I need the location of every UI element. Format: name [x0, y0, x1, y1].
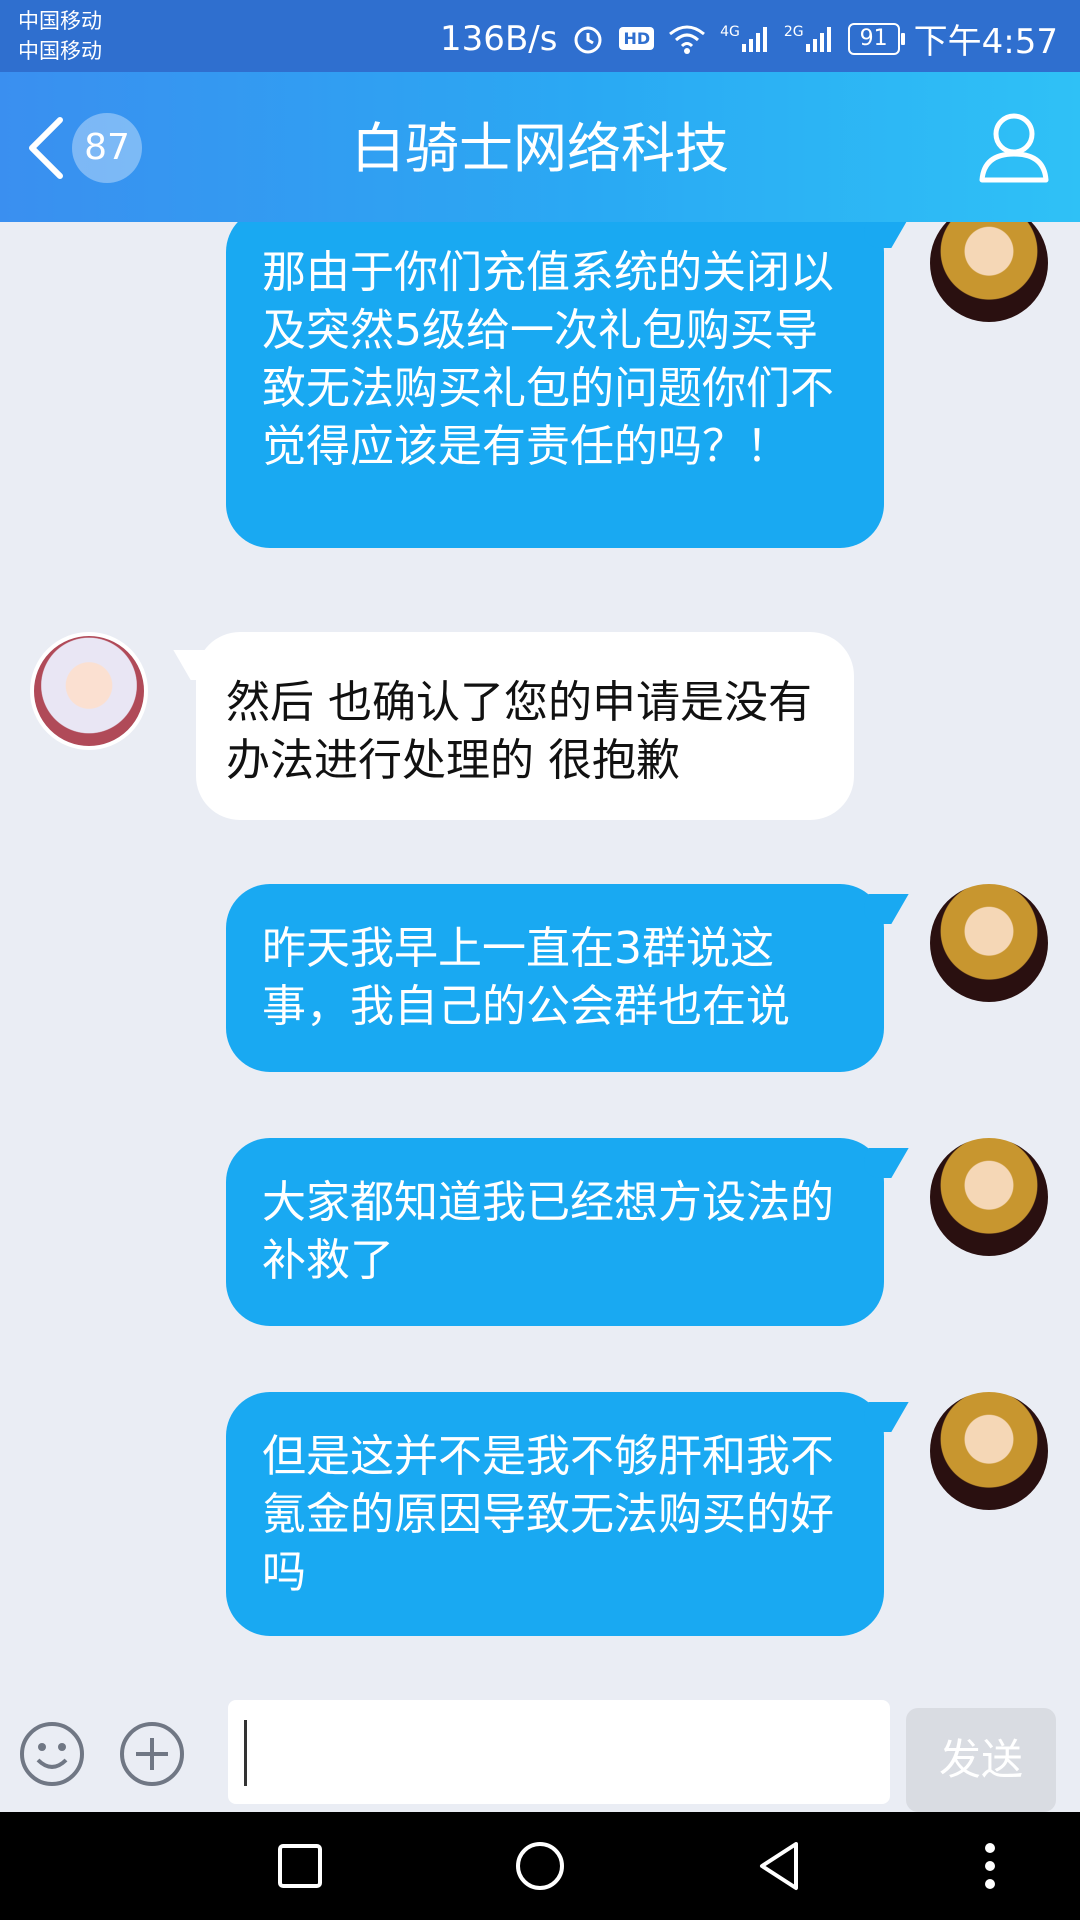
- wifi-icon: [668, 24, 706, 54]
- status-indicators: 136B/s HD 4G 2G 91 下午4:57: [440, 14, 1058, 63]
- my-avatar[interactable]: [930, 1392, 1048, 1510]
- chat-message-list[interactable]: 那由于你们充值系统的关闭以及突然5级给一次礼包购买导致无法购买礼包的问题你们不觉…: [0, 222, 1080, 1692]
- message-bubble-received[interactable]: 然后 也确认了您的申请是没有办法进行处理的 很抱歉: [196, 632, 854, 820]
- message-bubble-sent[interactable]: 那由于你们充值系统的关闭以及突然5级给一次礼包购买导致无法购买礼包的问题你们不觉…: [226, 222, 884, 548]
- page-title: 白骑士网络科技: [351, 117, 729, 180]
- plus-icon: [120, 1722, 184, 1786]
- message-bubble-sent[interactable]: 但是这并不是我不够肝和我不氪金的原因导致无法购买的好吗: [226, 1392, 884, 1636]
- message-text: 然后 也确认了您的申请是没有办法进行处理的 很抱歉: [226, 677, 812, 786]
- more-options-button[interactable]: [118, 1720, 186, 1788]
- circle-icon: [516, 1842, 564, 1890]
- message-bubble-sent[interactable]: 大家都知道我已经想方设法的补救了: [226, 1138, 884, 1326]
- signal-4g-label: 4G: [720, 23, 740, 40]
- network-speed: 136B/s: [440, 18, 558, 59]
- message-input[interactable]: [228, 1700, 890, 1804]
- status-bar: 中国移动 中国移动 136B/s HD 4G 2G 91 下午4:57: [0, 0, 1080, 72]
- battery-icon: 91: [847, 22, 905, 55]
- battery-level: 91: [859, 25, 888, 51]
- triangle-icon: [760, 1842, 798, 1890]
- signal-2g-label: 2G: [783, 23, 804, 40]
- message-bubble-sent[interactable]: 昨天我早上一直在3群说这事，我自己的公会群也在说: [226, 884, 884, 1072]
- home-button[interactable]: [510, 1836, 570, 1896]
- my-avatar[interactable]: [930, 884, 1048, 1002]
- user-profile-icon: [979, 113, 1049, 183]
- nav-back-button[interactable]: [750, 1836, 810, 1896]
- send-button[interactable]: 发送: [906, 1708, 1056, 1812]
- my-avatar[interactable]: [930, 222, 1048, 322]
- message-text: 但是这并不是我不够肝和我不氪金的原因导致无法购买的好吗: [262, 1431, 834, 1598]
- message-text: 大家都知道我已经想方设法的补救了: [262, 1177, 834, 1286]
- hd-badge: HD: [619, 27, 655, 50]
- message-text: 那由于你们充值系统的关闭以及突然5级给一次礼包购买导致无法购买礼包的问题你们不觉…: [262, 247, 834, 472]
- my-avatar[interactable]: [930, 1138, 1048, 1256]
- emoji-icon: [20, 1722, 84, 1786]
- message-input-bar: 发送: [0, 1692, 1080, 1812]
- text-cursor: [244, 1720, 247, 1786]
- chat-header: 87 白骑士网络科技: [0, 72, 1080, 222]
- carrier-info: 中国移动 中国移动: [18, 6, 102, 66]
- carrier-1: 中国移动: [18, 9, 102, 33]
- message-text: 昨天我早上一直在3群说这事，我自己的公会群也在说: [262, 923, 790, 1032]
- square-icon: [278, 1844, 322, 1888]
- signal-2g-icon: 2G: [784, 24, 834, 54]
- emoji-button[interactable]: [18, 1720, 86, 1788]
- clock: 下午4:57: [913, 22, 1058, 62]
- more-dots-icon: [985, 1843, 995, 1889]
- system-navigation-bar: [0, 1812, 1080, 1920]
- contact-avatar[interactable]: [30, 632, 148, 750]
- carrier-2: 中国移动: [18, 39, 102, 63]
- profile-button[interactable]: [974, 106, 1054, 186]
- signal-4g-icon: 4G: [720, 24, 770, 54]
- more-menu-button[interactable]: [960, 1836, 1020, 1896]
- alarm-icon: [571, 22, 605, 56]
- recent-apps-button[interactable]: [270, 1836, 330, 1896]
